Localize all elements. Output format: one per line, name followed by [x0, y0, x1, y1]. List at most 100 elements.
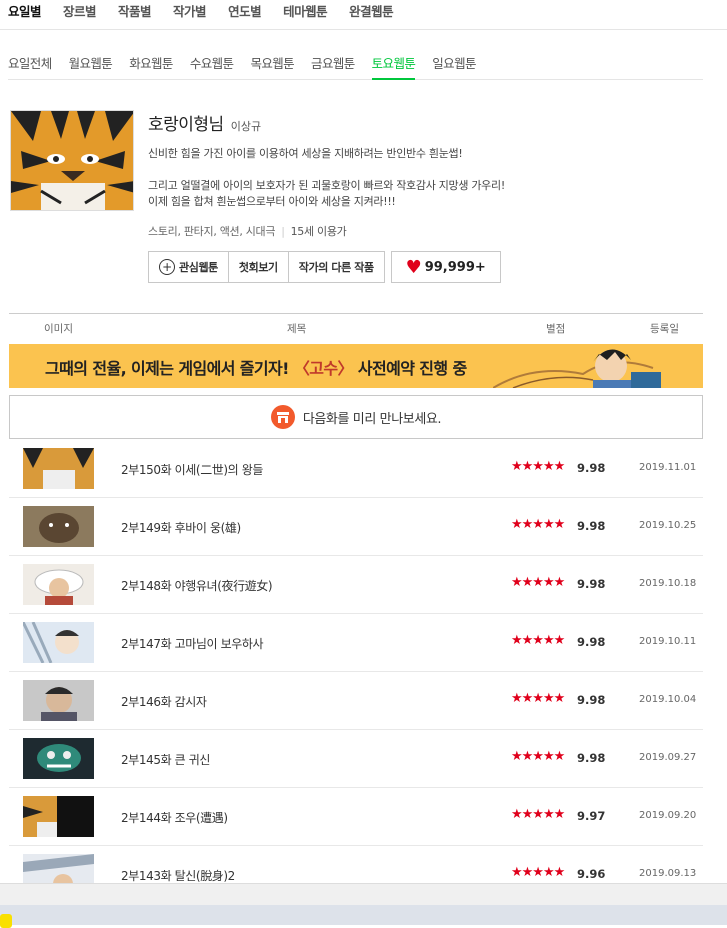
rating-stars: ★★★★★: [511, 459, 565, 474]
tab-by-year[interactable]: 연도별: [228, 0, 262, 24]
tiger-image: [11, 111, 133, 210]
rating-stars: ★★★★★: [511, 517, 565, 532]
column-rating: 별점: [546, 323, 566, 335]
day-tab-mon[interactable]: 월요웹툰: [69, 44, 113, 80]
rating-score: 9.98: [577, 635, 606, 649]
webtoon-thumbnail[interactable]: [10, 110, 134, 211]
rating-stars: ★★★★★: [511, 865, 565, 880]
episode-date: 2019.11.01: [639, 462, 697, 473]
episode-title[interactable]: 2부148화 야행유녀(夜行遊女): [121, 577, 273, 594]
rating-stars: ★★★★★: [511, 749, 565, 764]
episode-thumbnail[interactable]: [23, 564, 94, 605]
episode-thumbnail[interactable]: [23, 448, 94, 489]
browser-status-bar: [0, 883, 727, 905]
day-tab-thu[interactable]: 목요웹툰: [250, 44, 294, 80]
favorite-button[interactable]: + 관심웹툰: [149, 252, 229, 282]
tab-by-author[interactable]: 작가별: [173, 0, 207, 24]
first-episode-button[interactable]: 첫회보기: [229, 252, 289, 282]
os-taskbar: [0, 905, 727, 928]
top-tab-bar: 요일별 장르별 작품별 작가별 연도별 테마웹툰 완결웹툰: [0, 0, 727, 30]
preview-text: 다음화를 미리 만나보세요.: [302, 411, 442, 427]
description-line: 신비한 힘을 가진 아이를 이용하여 세상을 지배하려는 반인반수 흰눈썹!: [148, 147, 463, 160]
episode-date: 2019.10.04: [639, 694, 697, 705]
rating-stars: ★★★★★: [511, 807, 565, 822]
rating-stars: ★★★★★: [511, 575, 565, 590]
day-tab-sat[interactable]: 토요웹툰: [371, 44, 416, 80]
episode-row[interactable]: 2부146화 감시자 ★★★★★ 9.98 2019.10.04: [9, 672, 703, 730]
tab-by-title[interactable]: 작품별: [118, 0, 152, 24]
episode-row[interactable]: 2부148화 야행유녀(夜行遊女) ★★★★★ 9.98 2019.10.18: [9, 556, 703, 614]
episode-thumbnail[interactable]: [23, 796, 94, 837]
episode-row[interactable]: 2부144화 조우(遭遇) ★★★★★ 9.97 2019.09.20: [9, 788, 703, 846]
rating-score: 9.97: [577, 809, 606, 823]
episode-title[interactable]: 2부146화 감시자: [121, 693, 207, 710]
rating-score: 9.98: [577, 751, 606, 765]
tab-by-genre[interactable]: 장르별: [63, 0, 97, 24]
episode-date: 2019.10.18: [639, 578, 697, 589]
like-count: 99,999+: [424, 259, 486, 275]
webtoon-info: 호랑이형님 이상규 신비한 힘을 가진 아이를 이용하여 세상을 지배하려는 반…: [10, 110, 710, 310]
banner-highlight: 〈고수〉: [293, 359, 354, 378]
webtoon-title: 호랑이형님: [148, 115, 224, 135]
description-line: 그리고 얼떨결에 아이의 보호자가 된 괴물호랑이 빠르와 작호감사 지망생 가…: [148, 179, 505, 192]
episode-title[interactable]: 2부149화 후바이 웅(雄): [121, 519, 241, 536]
episode-thumbnail[interactable]: [23, 680, 94, 721]
episode-date: 2019.10.11: [639, 636, 697, 647]
episode-list: 2부150화 이세(二世)의 왕들 ★★★★★ 9.98 2019.11.01 …: [9, 440, 703, 904]
tab-by-day[interactable]: 요일별: [8, 0, 42, 24]
heart-icon: ♥: [405, 256, 422, 278]
day-tab-fri[interactable]: 금요웹툰: [311, 44, 355, 80]
rating-score: 9.98: [577, 693, 606, 707]
webtoon-author[interactable]: 이상규: [231, 118, 261, 134]
banner-text-part1: 그때의 전율, 이제는 게임에서 즐기자!: [45, 359, 294, 378]
column-title: 제목: [287, 323, 307, 335]
rating-score: 9.98: [577, 461, 606, 475]
episode-thumbnail[interactable]: [23, 738, 94, 779]
webtoon-description: 신비한 힘을 가진 아이를 이용하여 세상을 지배하려는 반인반수 흰눈썹! 그…: [148, 146, 708, 210]
author-other-works-button[interactable]: 작가의 다른 작품: [289, 252, 384, 282]
rating-score: 9.96: [577, 867, 606, 881]
episode-date: 2019.10.25: [639, 520, 697, 531]
tab-completed[interactable]: 완결웹툰: [349, 0, 394, 24]
banner-character-art: [493, 349, 661, 388]
store-icon: [270, 405, 295, 429]
day-tab-bar: 요일전체 월요웹툰 화요웹툰 수요웹툰 목요웹툰 금요웹툰 토요웹툰 일요웹툰: [8, 44, 703, 80]
day-tab-sun[interactable]: 일요웹툰: [432, 44, 476, 80]
episode-date: 2019.09.13: [639, 868, 697, 879]
episode-thumbnail[interactable]: [23, 622, 94, 663]
episode-thumbnail[interactable]: [23, 506, 94, 547]
episode-date: 2019.09.20: [639, 810, 697, 821]
episode-list-header: 이미지 제목 별점 등록일: [9, 313, 703, 343]
day-tab-all[interactable]: 요일전체: [8, 44, 52, 80]
column-date: 등록일: [650, 323, 679, 335]
favorite-label: 관심웹툰: [179, 261, 218, 274]
age-rating: 15세 이용가: [290, 225, 347, 238]
rating-stars: ★★★★★: [511, 633, 565, 648]
episode-title[interactable]: 2부144화 조우(遭遇): [121, 809, 228, 826]
episode-row[interactable]: 2부150화 이세(二世)의 왕들 ★★★★★ 9.98 2019.11.01: [9, 440, 703, 498]
episode-title[interactable]: 2부145화 큰 귀신: [121, 751, 210, 768]
day-tab-wed[interactable]: 수요웹툰: [190, 44, 234, 80]
episode-row[interactable]: 2부145화 큰 귀신 ★★★★★ 9.98 2019.09.27: [9, 730, 703, 788]
plus-icon: +: [159, 259, 175, 275]
tab-theme[interactable]: 테마웹툰: [283, 0, 328, 24]
episode-row[interactable]: 2부147화 고마님이 보우하사 ★★★★★ 9.98 2019.10.11: [9, 614, 703, 672]
rating-score: 9.98: [577, 519, 606, 533]
episode-title[interactable]: 2부143화 탈신(脫身)2: [121, 867, 235, 884]
rating-score: 9.98: [577, 577, 606, 591]
genre-list: 스토리, 판타지, 액션, 시대극: [148, 225, 276, 238]
banner-text: 그때의 전율, 이제는 게임에서 즐기자! 〈고수〉 사전예약 진행 중: [45, 355, 467, 379]
kakaotalk-icon[interactable]: [0, 914, 12, 928]
action-buttons: + 관심웹툰 첫회보기 작가의 다른 작품 ♥ 99,999+: [148, 251, 501, 283]
episode-title[interactable]: 2부147화 고마님이 보우하사: [121, 635, 264, 652]
episode-row[interactable]: 2부149화 후바이 웅(雄) ★★★★★ 9.98 2019.10.25: [9, 498, 703, 556]
preview-next-episode-button[interactable]: 다음화를 미리 만나보세요.: [9, 395, 703, 439]
rating-stars: ★★★★★: [511, 691, 565, 706]
banner-text-part2: 사전예약 진행 중: [352, 359, 467, 378]
like-button[interactable]: ♥ 99,999+: [390, 251, 501, 283]
game-ad-banner[interactable]: 그때의 전율, 이제는 게임에서 즐기자! 〈고수〉 사전예약 진행 중: [9, 344, 703, 388]
episode-date: 2019.09.27: [639, 752, 697, 763]
day-tab-tue[interactable]: 화요웹툰: [129, 44, 173, 80]
episode-title[interactable]: 2부150화 이세(二世)의 왕들: [121, 461, 263, 478]
genre-info: 스토리, 판타지, 액션, 시대극 | 15세 이용가: [148, 225, 347, 238]
